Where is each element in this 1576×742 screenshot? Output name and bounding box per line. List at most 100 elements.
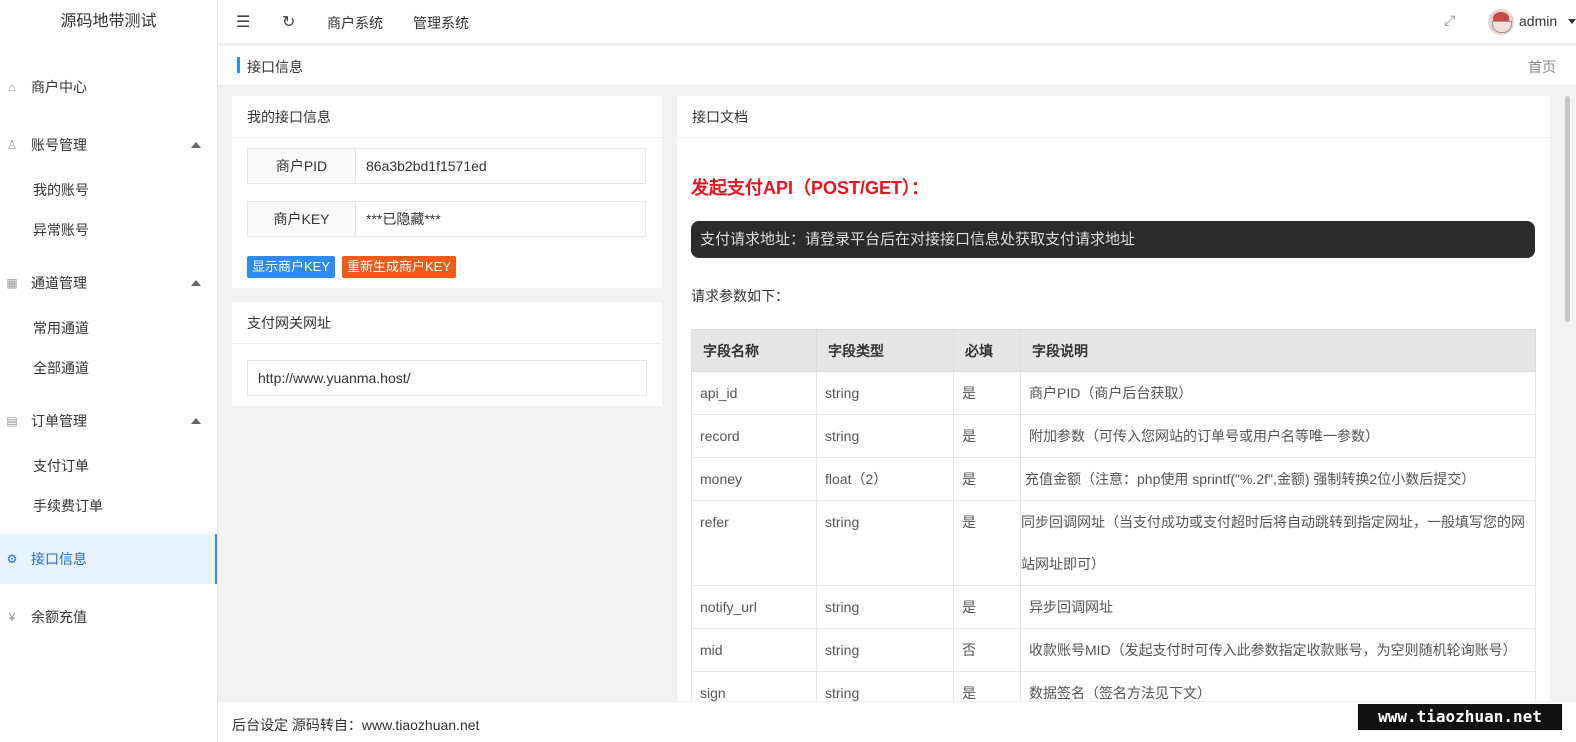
my-api-panel: 我的接口信息 商户PID 86a3b2bd1f1571ed 商户KEY ***已… bbox=[232, 96, 662, 288]
table-row: api_id string 是 商户PID（商户后台获取） bbox=[691, 371, 1536, 415]
table-row: money float（2） 是 充值金额（注意：php使用 sprintf("… bbox=[691, 457, 1536, 501]
table-row: mid string 否 收款账号MID（发起支付时可传入此参数指定收款账号，为… bbox=[691, 628, 1536, 672]
fullscreen-icon[interactable]: ⤢ bbox=[1444, 12, 1455, 29]
field-required: 是 bbox=[953, 457, 1021, 501]
sidebar-item-label: 余额充值 bbox=[31, 609, 87, 625]
avatar[interactable] bbox=[1488, 9, 1514, 35]
key-field: 商户KEY ***已隐藏*** bbox=[247, 201, 646, 237]
sidebar-item-account-mgmt[interactable]: ♙ 账号管理 bbox=[0, 120, 217, 170]
field-type: string bbox=[816, 628, 954, 672]
field-type: string bbox=[816, 500, 954, 586]
field-desc: 数据签名（签名方法见下文） bbox=[1020, 671, 1536, 701]
field-name: notify_url bbox=[691, 585, 817, 629]
admin-system-link[interactable]: 管理系统 bbox=[413, 13, 469, 33]
field-name: money bbox=[691, 457, 817, 501]
gear-icon: ⚙ bbox=[6, 552, 18, 566]
sidebar-item-abnormal-account[interactable]: 异常账号 bbox=[0, 210, 217, 250]
field-required: 否 bbox=[953, 628, 1021, 672]
home-link[interactable]: 首页 bbox=[1528, 57, 1556, 77]
field-required: 是 bbox=[953, 585, 1021, 629]
pid-label: 商户PID bbox=[248, 149, 356, 183]
yen-icon: ¥ bbox=[8, 610, 16, 624]
sidebar-item-label: 接口信息 bbox=[31, 551, 87, 567]
field-name: sign bbox=[691, 671, 817, 701]
request-url-notice: 支付请求地址：请登录平台后在对接接口信息处获取支付请求地址 bbox=[691, 221, 1535, 258]
sidebar-nav: ⌂ 商户中心 ♙ 账号管理 我的账号 异常账号 ▦ 通道管理 常用通道 全部通道… bbox=[0, 62, 217, 642]
table-row: notify_url string 是 异步回调网址 bbox=[691, 585, 1536, 629]
table-row: record string 是 附加参数（可传入您网站的订单号或用户名等唯一参数… bbox=[691, 414, 1536, 458]
chevron-up-icon bbox=[191, 142, 201, 148]
panel-title: 支付网关网址 bbox=[232, 302, 662, 344]
field-name: api_id bbox=[691, 371, 817, 415]
column-header: 字段名称 bbox=[691, 329, 817, 372]
app-logo[interactable]: 源码地带测试 bbox=[0, 0, 217, 44]
field-required: 是 bbox=[953, 371, 1021, 415]
field-required: 是 bbox=[953, 500, 1021, 586]
show-key-button[interactable]: 显示商户KEY bbox=[247, 256, 336, 278]
field-type: float（2） bbox=[816, 457, 954, 501]
field-type: string bbox=[816, 585, 954, 629]
pid-value[interactable]: 86a3b2bd1f1571ed bbox=[366, 149, 487, 183]
field-type: string bbox=[816, 371, 954, 415]
sidebar-item-label: 账号管理 bbox=[31, 137, 87, 153]
sidebar-item-my-account[interactable]: 我的账号 bbox=[0, 170, 217, 210]
table-header-row: 字段名称 字段类型 必填 字段说明 bbox=[691, 329, 1536, 372]
pid-field: 商户PID 86a3b2bd1f1571ed bbox=[247, 148, 646, 184]
menu-toggle-icon[interactable]: ☰ bbox=[236, 12, 250, 32]
field-type: string bbox=[816, 671, 954, 701]
sidebar-item-all-channel[interactable]: 全部通道 bbox=[0, 348, 217, 388]
sidebar-item-balance-recharge[interactable]: ¥ 余额充值 bbox=[0, 592, 217, 642]
regenerate-key-button[interactable]: 重新生成商户KEY bbox=[342, 256, 457, 278]
breadcrumb-accent bbox=[237, 57, 240, 73]
home-icon: ⌂ bbox=[8, 80, 16, 94]
refresh-icon[interactable]: ↻ bbox=[282, 12, 295, 32]
grid-icon: ▦ bbox=[6, 276, 18, 290]
field-desc: 附加参数（可传入您网站的订单号或用户名等唯一参数） bbox=[1020, 414, 1536, 458]
field-required: 是 bbox=[953, 671, 1021, 701]
field-desc: 商户PID（商户后台获取） bbox=[1020, 371, 1536, 415]
field-name: record bbox=[691, 414, 817, 458]
sidebar-item-merchant-center[interactable]: ⌂ 商户中心 bbox=[0, 62, 217, 112]
chevron-up-icon bbox=[191, 418, 201, 424]
user-icon: ♙ bbox=[6, 138, 18, 152]
key-label: 商户KEY bbox=[248, 202, 356, 236]
watermark: www.tiaozhuan.net bbox=[1358, 704, 1562, 730]
sidebar-item-order-mgmt[interactable]: ▤ 订单管理 bbox=[0, 396, 217, 446]
gateway-panel: 支付网关网址 http://www.yuanma.host/ bbox=[232, 302, 662, 406]
table-row: sign string 是 数据签名（签名方法见下文） bbox=[691, 671, 1536, 701]
field-name: refer bbox=[691, 500, 817, 586]
field-desc: 同步回调网址（当支付成功或支付超时后将自动跳转到指定网址，一般填写您的网站网址即… bbox=[1020, 500, 1536, 586]
sidebar-item-label: 订单管理 bbox=[31, 413, 87, 429]
caret-down-icon[interactable] bbox=[1568, 19, 1576, 24]
chevron-up-icon bbox=[191, 280, 201, 286]
footer-text: 后台设定 源码转自：www.tiaozhuan.net bbox=[232, 717, 480, 733]
field-desc: 收款账号MID（发起支付时可传入此参数指定收款账号，为空则随机轮询账号） bbox=[1020, 628, 1536, 672]
table-row: refer string 是 同步回调网址（当支付成功或支付超时后将自动跳转到指… bbox=[691, 500, 1536, 586]
column-header: 字段类型 bbox=[816, 329, 954, 372]
panel-title: 接口文档 bbox=[677, 96, 1550, 138]
field-required: 是 bbox=[953, 414, 1021, 458]
panel-title: 我的接口信息 bbox=[232, 96, 662, 138]
gateway-url-input[interactable]: http://www.yuanma.host/ bbox=[247, 360, 647, 396]
api-title: 发起支付API（POST/GET）： bbox=[691, 178, 930, 198]
params-table: 字段名称 字段类型 必填 字段说明 api_id string 是 商户PID（… bbox=[691, 329, 1536, 701]
key-value[interactable]: ***已隐藏*** bbox=[366, 202, 441, 236]
column-header: 字段说明 bbox=[1020, 329, 1536, 372]
merchant-system-link[interactable]: 商户系统 bbox=[327, 13, 383, 33]
sidebar-item-fee-order[interactable]: 手续费订单 bbox=[0, 486, 217, 526]
sidebar-item-common-channel[interactable]: 常用通道 bbox=[0, 308, 217, 348]
column-header: 必填 bbox=[953, 329, 1021, 372]
field-desc: 充值金额（注意：php使用 sprintf("%.2f",金额) 强制转换2位小… bbox=[1020, 457, 1536, 501]
user-menu[interactable]: admin bbox=[1519, 13, 1557, 29]
params-intro: 请求参数如下： bbox=[691, 288, 789, 304]
field-type: string bbox=[816, 414, 954, 458]
sidebar-item-api-info[interactable]: ⚙ 接口信息 bbox=[0, 534, 217, 584]
doc-panel: 接口文档 发起支付API（POST/GET）： 支付请求地址：请登录平台后在对接… bbox=[677, 96, 1550, 701]
document-icon: ▤ bbox=[6, 414, 18, 428]
sidebar-item-pay-order[interactable]: 支付订单 bbox=[0, 446, 217, 486]
top-header: ☰ ↻ 商户系统 管理系统 ⤢ admin bbox=[218, 0, 1576, 44]
field-name: mid bbox=[691, 628, 817, 672]
page-scrollbar[interactable] bbox=[1565, 96, 1570, 322]
field-desc: 异步回调网址 bbox=[1020, 585, 1536, 629]
sidebar-item-channel-mgmt[interactable]: ▦ 通道管理 bbox=[0, 258, 217, 308]
